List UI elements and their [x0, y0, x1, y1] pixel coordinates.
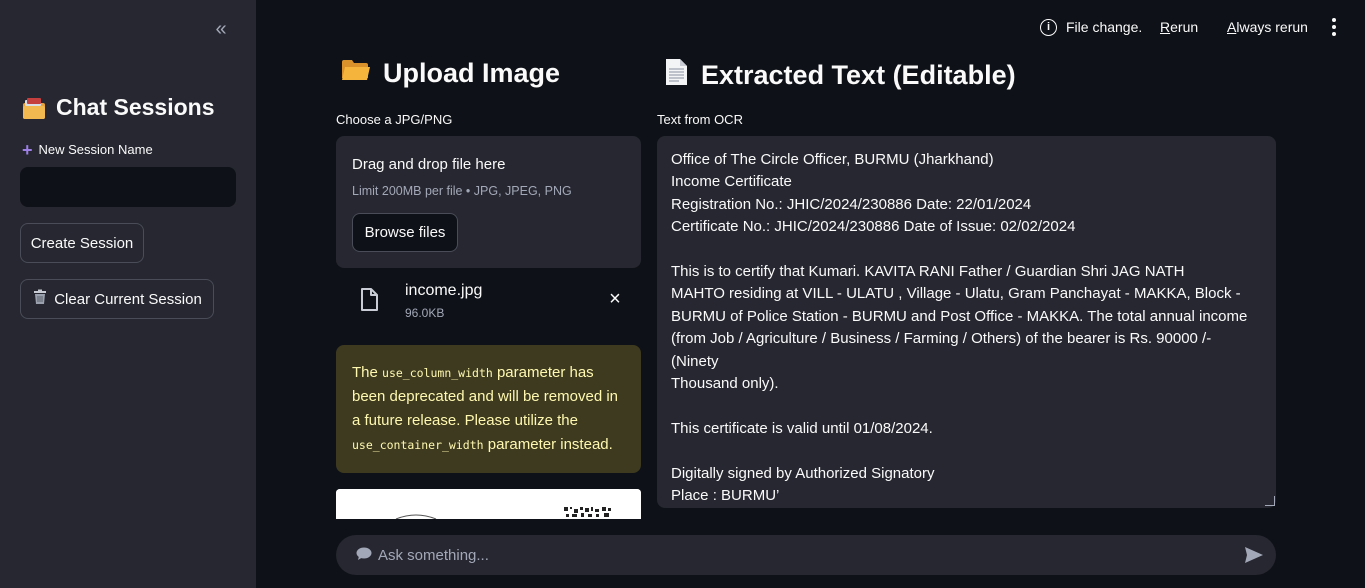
main-menu-icon[interactable]	[1330, 18, 1338, 36]
trash-icon	[32, 289, 48, 309]
collapse-sidebar-icon[interactable]: «	[210, 18, 232, 40]
sidebar-title: Chat Sessions	[22, 94, 215, 121]
clear-session-label: Clear Current Session	[54, 290, 202, 308]
file-size: 96.0KB	[405, 306, 445, 320]
upload-label: Choose a JPG/PNG	[336, 112, 453, 127]
plus-icon: +	[22, 139, 33, 160]
upload-heading: Upload Image	[341, 58, 560, 89]
create-session-button[interactable]: Create Session	[20, 223, 144, 263]
always-rerun-link[interactable]: Always rerun	[1227, 19, 1308, 35]
chat-input-container	[336, 535, 1276, 575]
speech-bubble-icon	[356, 547, 372, 566]
new-session-label-text: New Session Name	[38, 142, 153, 157]
file-change-status: File change.	[1066, 19, 1143, 35]
dropzone-limit: Limit 200MB per file • JPG, JPEG, PNG	[352, 184, 572, 198]
rerun-link[interactable]: Rerun	[1160, 19, 1198, 35]
warning-code-2: use_container_width	[352, 438, 484, 452]
uploaded-image-preview	[336, 489, 641, 519]
sidebar-title-text: Chat Sessions	[56, 94, 215, 120]
create-session-label: Create Session	[30, 234, 134, 252]
warning-code-1: use_column_width	[382, 366, 493, 380]
resize-grip-icon[interactable]	[1265, 496, 1275, 506]
extracted-heading: Extracted Text (Editable)	[663, 58, 1016, 93]
dropzone-title: Drag and drop file here	[352, 156, 506, 173]
chat-input[interactable]	[378, 535, 1228, 575]
deprecation-warning: The use_column_width parameter has been …	[336, 345, 641, 473]
page-document-icon	[663, 58, 689, 93]
ocr-text-area[interactable]: Office of The Circle Officer, BURMU (Jha…	[657, 136, 1276, 508]
remove-file-icon[interactable]: ×	[606, 289, 624, 309]
warning-text-3: parameter instead.	[483, 436, 613, 453]
info-icon: i	[1040, 19, 1057, 36]
file-name: income.jpg	[405, 282, 483, 299]
uploaded-file-row: income.jpg 96.0KB ×	[336, 276, 641, 326]
card-index-dividers-icon	[22, 97, 46, 119]
warning-text-1: The	[352, 364, 383, 381]
clear-session-button[interactable]: Clear Current Session	[20, 279, 214, 319]
file-dropzone[interactable]: Drag and drop file here Limit 200MB per …	[336, 136, 641, 268]
open-folder-icon	[341, 58, 371, 89]
send-icon[interactable]	[1244, 546, 1264, 569]
browse-files-button[interactable]: Browse files	[352, 213, 458, 252]
new-session-name-input[interactable]	[20, 167, 236, 207]
new-session-label: + New Session Name	[22, 139, 153, 160]
ocr-text-label: Text from OCR	[657, 112, 743, 127]
extracted-heading-text: Extracted Text (Editable)	[701, 60, 1016, 90]
sidebar: « Chat Sessions + New Session Name Creat…	[0, 0, 256, 588]
upload-heading-text: Upload Image	[383, 58, 561, 88]
file-icon	[360, 288, 378, 311]
